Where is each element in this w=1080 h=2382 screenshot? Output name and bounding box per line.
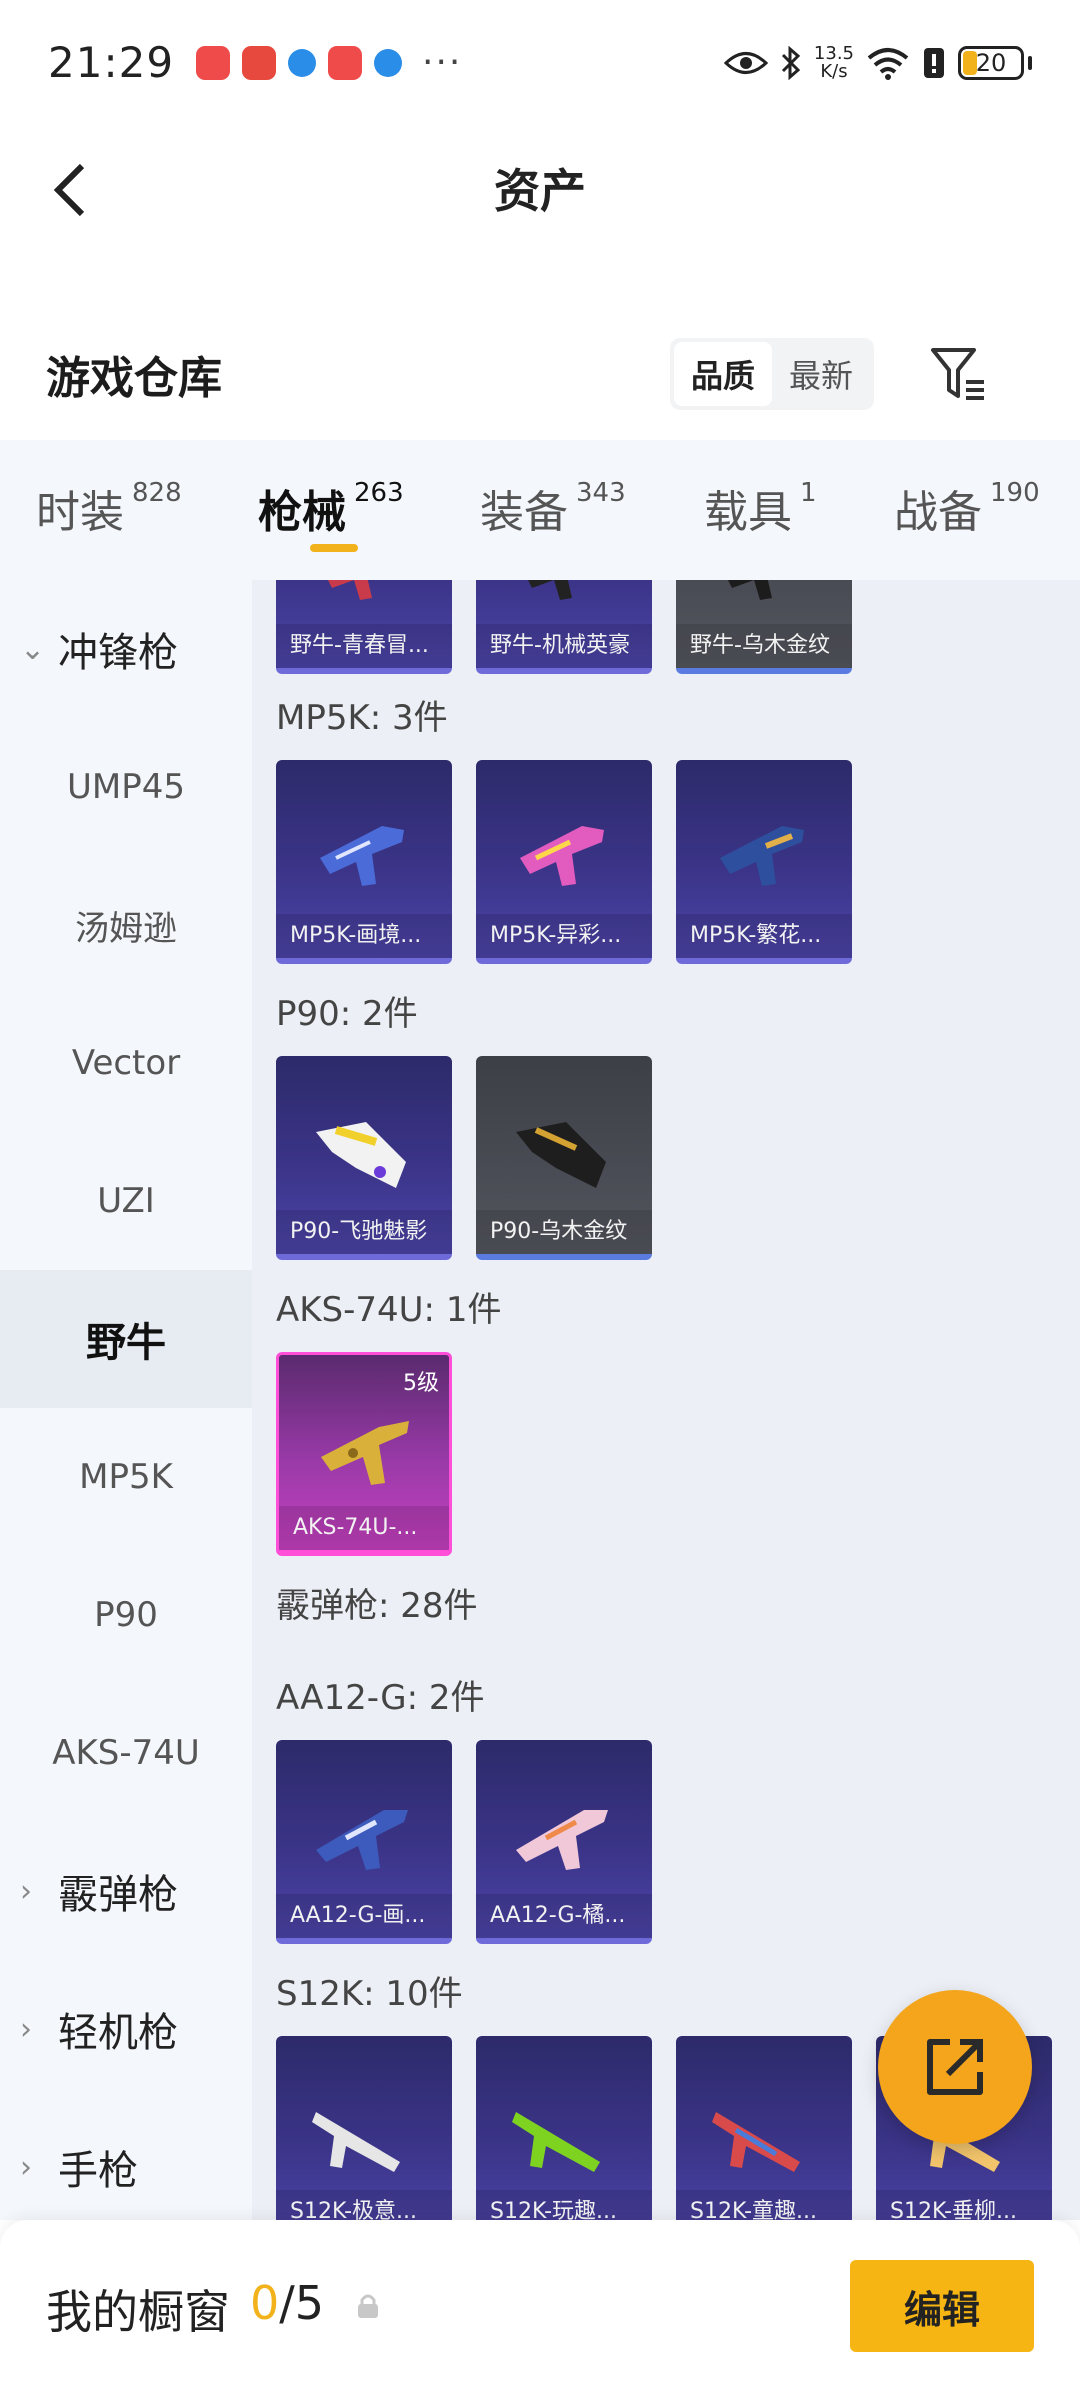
active-tab-indicator: [310, 544, 358, 552]
app-red-icon: [328, 45, 363, 80]
nav-bar: 资产: [0, 125, 1080, 255]
sort-toggle: 品质 最新: [670, 338, 874, 410]
sidebar-group-pistol[interactable]: › 手枪: [0, 2098, 252, 2236]
section-title: 霰弹枪: 28件: [276, 1586, 478, 1626]
tab-vehicles[interactable]: 载具 1: [704, 476, 817, 540]
weapon-image: [320, 826, 404, 886]
app-red-icon: [196, 45, 231, 80]
net-speed: 13.5 K/s: [813, 42, 854, 82]
showcase-count: 0/5: [250, 2276, 325, 2330]
battery-cap: [1028, 55, 1032, 70]
weapon-card[interactable]: 5级 AKS-74U-...: [276, 1352, 452, 1556]
tab-tactical[interactable]: 战备 190: [894, 476, 1040, 540]
sort-newest-button[interactable]: 最新: [772, 342, 870, 406]
bluetooth-icon: [781, 45, 801, 80]
showcase-title: 我的橱窗: [46, 2285, 230, 2339]
weapon-card[interactable]: S12K-极意...: [276, 2036, 452, 2220]
sidebar-item-ump45[interactable]: UMP45: [0, 718, 252, 856]
warehouse-header: 游戏仓库 品质 最新: [0, 320, 1080, 440]
tab-firearms[interactable]: 枪械 263: [258, 476, 404, 540]
eye-icon: [723, 51, 768, 74]
weapon-card[interactable]: 野牛-乌木金纹: [676, 580, 852, 674]
weapon-image: [321, 1421, 409, 1485]
page-title: 资产: [494, 164, 586, 218]
wifi-icon: [867, 47, 909, 80]
status-bar: 21:29 ··· 13.5 K/s 20: [0, 0, 1080, 125]
filter-icon: [931, 348, 984, 400]
sidebar-item-mp5k[interactable]: MP5K: [0, 1408, 252, 1546]
section-title: MP5K: 3件: [276, 698, 448, 738]
app-blue-icon: [374, 48, 403, 77]
weapon-image: [512, 2112, 600, 2172]
weapon-image: [316, 1122, 406, 1188]
sidebar-group-lmg[interactable]: › 轻机枪: [0, 1960, 252, 2098]
battery-icon: 20: [958, 45, 1024, 80]
weapon-image: [520, 826, 604, 886]
sidebar-item-uzi[interactable]: UZI: [0, 1132, 252, 1270]
section-title: AKS-74U: 1件: [276, 1290, 502, 1330]
weapon-image: [728, 580, 772, 600]
lock-icon: [358, 2294, 378, 2318]
weapon-card[interactable]: S12K-玩趣...: [476, 2036, 652, 2220]
weapon-card[interactable]: P90-飞驰魅影: [276, 1056, 452, 1260]
weapon-image: [528, 580, 572, 600]
chevron-right-icon: ›: [20, 2011, 32, 2047]
app-blue-icon: [288, 48, 317, 77]
weapon-card[interactable]: MP5K-画境...: [276, 760, 452, 964]
more-notifications-icon: ···: [422, 42, 463, 83]
weapon-grid: 野牛-青春冒... 野牛-机械英豪 野牛-乌木金纹 MP5K: 3件 MP5K-…: [252, 580, 1080, 2220]
share-fab[interactable]: [878, 1990, 1032, 2144]
chevron-down-icon: ⌄: [20, 631, 46, 667]
section-title: S12K: 10件: [276, 1974, 463, 2014]
section-title: P90: 2件: [276, 994, 418, 1034]
weapon-image: [316, 1810, 408, 1870]
app-red-icon: [242, 45, 277, 80]
weapon-card[interactable]: 野牛-青春冒...: [276, 580, 452, 674]
sidebar-item-bizon[interactable]: 野牛: [0, 1270, 252, 1408]
weapon-card[interactable]: MP5K-异彩...: [476, 760, 652, 964]
status-time: 21:29: [48, 38, 175, 87]
weapon-image: [328, 580, 372, 600]
weapon-card[interactable]: AA12-G-橘...: [476, 1740, 652, 1944]
weapon-card[interactable]: 野牛-机械英豪: [476, 580, 652, 674]
weapon-image: [720, 826, 804, 886]
weapon-sidebar: ⌄ 冲锋枪 UMP45 汤姆逊 Vector UZI 野牛 MP5K P90 AK…: [0, 580, 252, 2220]
filter-button[interactable]: [926, 338, 992, 410]
sort-quality-button[interactable]: 品质: [674, 342, 772, 406]
chevron-right-icon: ›: [20, 2149, 32, 2185]
showcase-bar: 我的橱窗 0/5 编辑: [0, 2220, 1080, 2382]
sidebar-item-vector[interactable]: Vector: [0, 994, 252, 1132]
tab-equipment[interactable]: 装备 343: [480, 476, 626, 540]
weapon-image: [516, 1122, 606, 1188]
weapon-card[interactable]: MP5K-繁花...: [676, 760, 852, 964]
weapon-card[interactable]: P90-乌木金纹: [476, 1056, 652, 1260]
sidebar-group-shotgun[interactable]: › 霰弹枪: [0, 1822, 252, 1960]
section-title: AA12-G: 2件: [276, 1678, 485, 1718]
system-icons: 13.5 K/s 20: [723, 42, 1032, 82]
notification-icons: ···: [196, 42, 462, 83]
alert-icon: [924, 47, 944, 78]
sidebar-group-smg[interactable]: ⌄ 冲锋枪: [0, 580, 252, 718]
edit-button[interactable]: 编辑: [850, 2260, 1034, 2352]
weapon-image: [312, 2112, 400, 2172]
sidebar-item-p90[interactable]: P90: [0, 1546, 252, 1684]
chevron-right-icon: ›: [20, 1873, 32, 1909]
external-link-icon: [927, 2039, 983, 2095]
weapon-card[interactable]: S12K-童趣...: [676, 2036, 852, 2220]
weapon-image: [712, 2112, 800, 2172]
warehouse-title: 游戏仓库: [46, 353, 222, 404]
category-tabs: 时装 828 枪械 263 装备 343 载具 1 战备 190: [0, 440, 1080, 580]
tab-fashion[interactable]: 时装 828: [36, 476, 182, 540]
sidebar-item-thompson[interactable]: 汤姆逊: [0, 856, 252, 994]
weapon-image: [516, 1810, 608, 1870]
sidebar-item-aks74u[interactable]: AKS-74U: [0, 1684, 252, 1822]
weapon-card[interactable]: AA12-G-画...: [276, 1740, 452, 1944]
